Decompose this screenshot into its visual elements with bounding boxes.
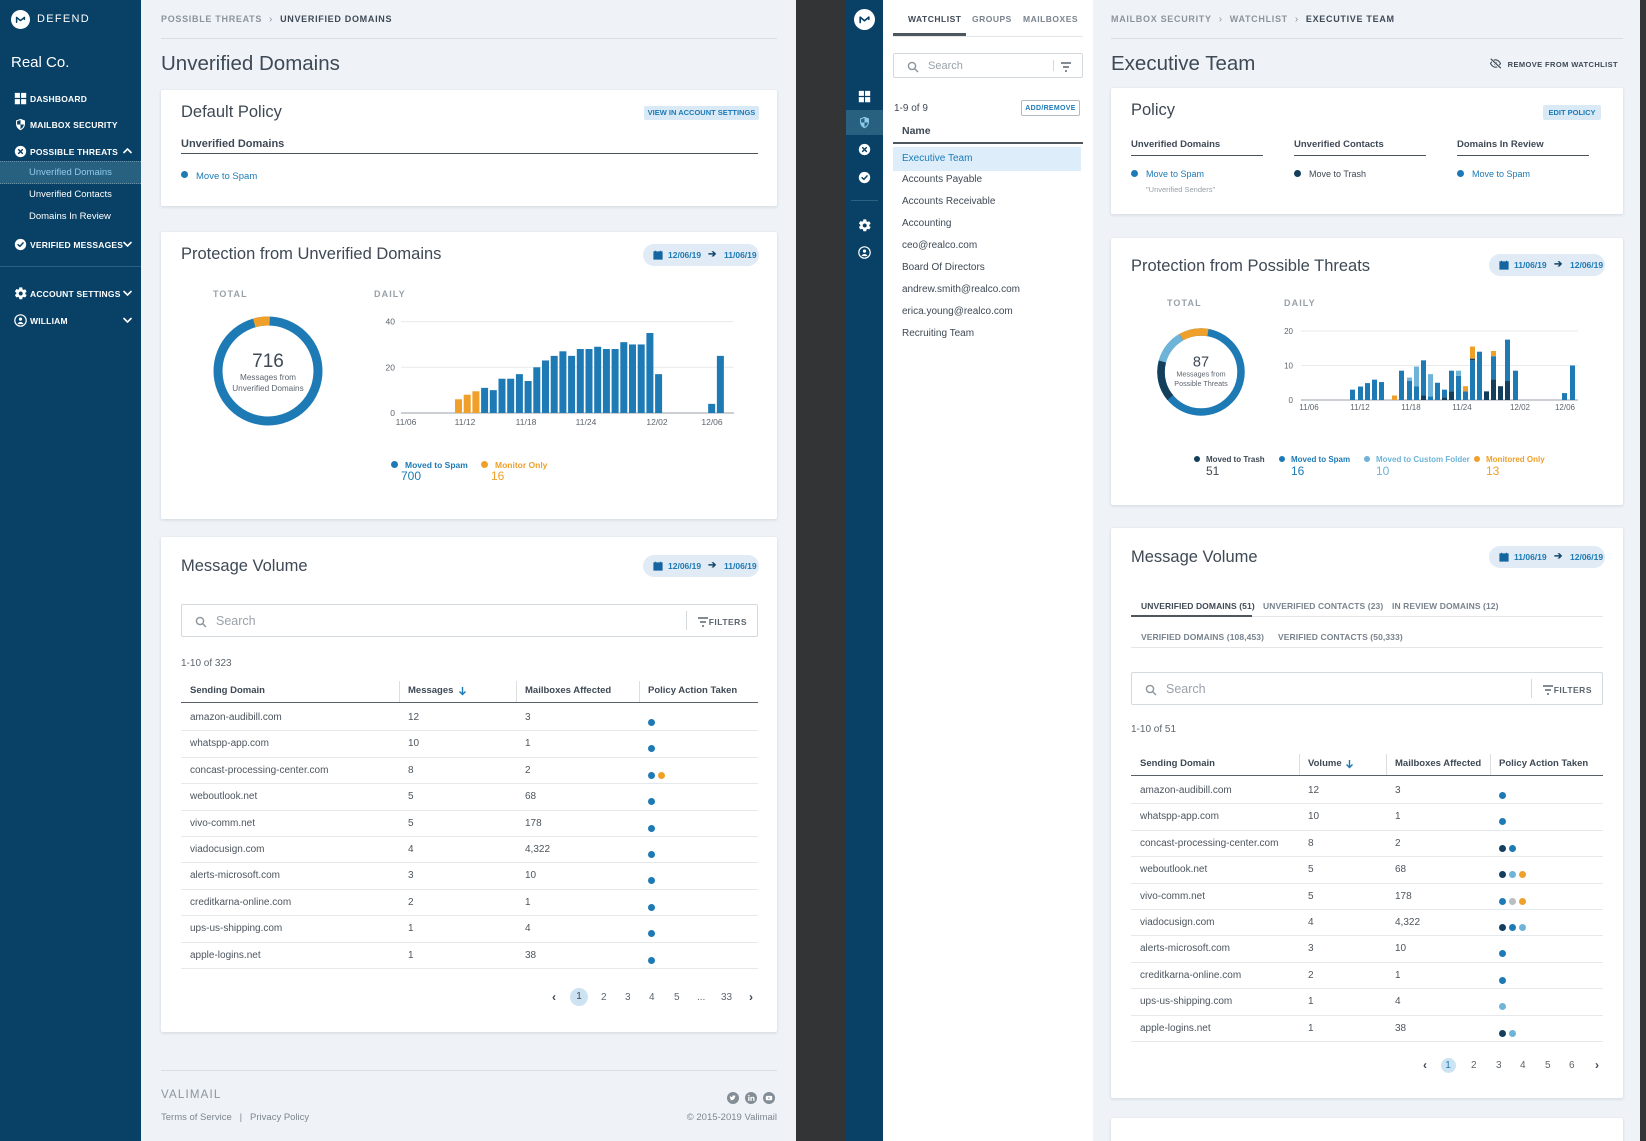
- svg-text:12/02: 12/02: [1510, 403, 1531, 412]
- svg-text:Messages from: Messages from: [1176, 370, 1225, 379]
- svg-text:11/12: 11/12: [1350, 403, 1370, 412]
- svg-text:12/06: 12/06: [1555, 403, 1576, 412]
- svg-text:11/24: 11/24: [1452, 403, 1472, 412]
- svg-text:0: 0: [390, 408, 395, 418]
- svg-text:11/18: 11/18: [516, 417, 537, 427]
- svg-text:40: 40: [386, 317, 396, 327]
- svg-text:11/06: 11/06: [1299, 403, 1319, 412]
- svg-text:11/12: 11/12: [455, 417, 476, 427]
- svg-text:Unverified Domains: Unverified Domains: [232, 384, 303, 393]
- svg-text:10: 10: [1284, 362, 1293, 371]
- svg-text:716: 716: [252, 351, 284, 372]
- svg-text:11/18: 11/18: [1401, 403, 1421, 412]
- svg-text:12/02: 12/02: [646, 417, 668, 427]
- svg-text:12/06: 12/06: [701, 417, 723, 427]
- svg-text:20: 20: [1284, 327, 1293, 336]
- svg-text:Messages from: Messages from: [240, 373, 296, 382]
- svg-text:0: 0: [1289, 396, 1294, 405]
- svg-text:11/24: 11/24: [576, 417, 597, 427]
- svg-text:Possible Threats: Possible Threats: [1174, 379, 1228, 388]
- svg-text:11/06: 11/06: [396, 417, 417, 427]
- svg-text:20: 20: [386, 362, 396, 372]
- svg-text:87: 87: [1193, 355, 1209, 371]
